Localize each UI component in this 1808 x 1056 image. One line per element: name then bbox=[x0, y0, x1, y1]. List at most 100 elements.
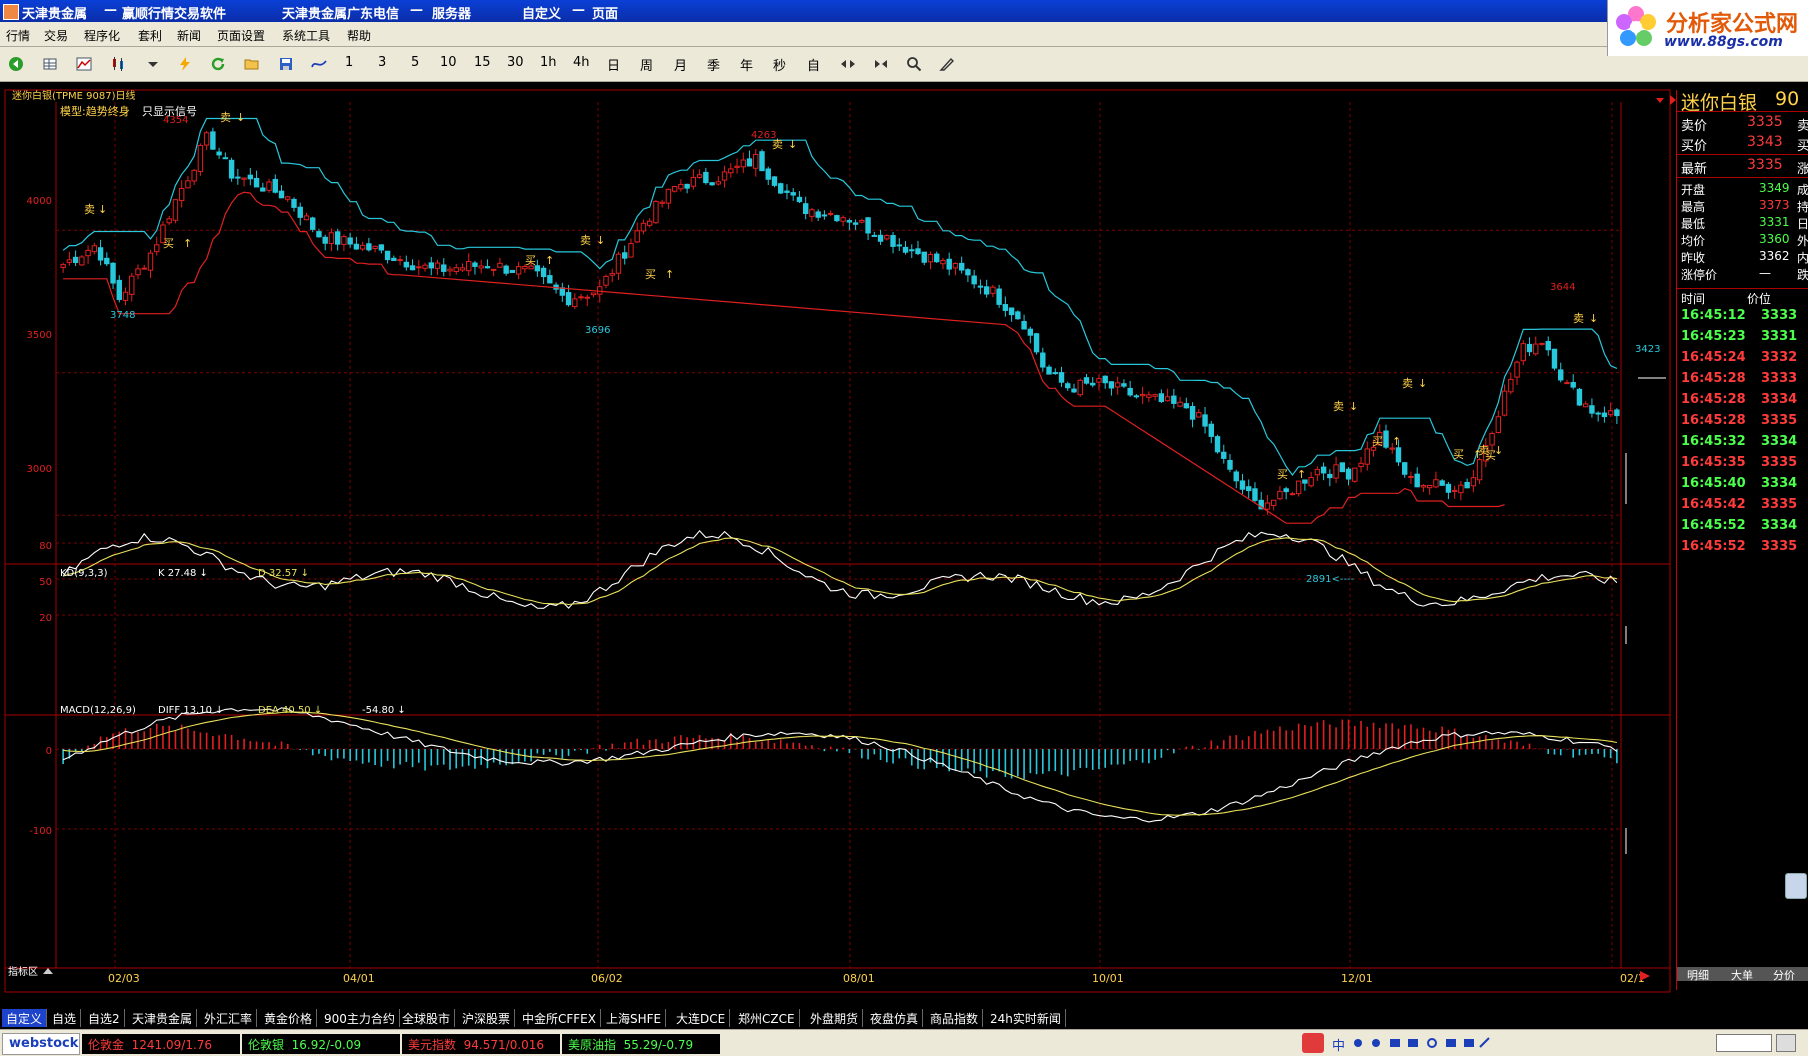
period-5[interactable]: 5 bbox=[411, 55, 419, 70]
tab-czce[interactable]: 郑州CZCE bbox=[734, 1009, 800, 1027]
trend-line-icon[interactable] bbox=[311, 56, 327, 72]
candle-body bbox=[1433, 479, 1439, 488]
last-tail: 涨 bbox=[1797, 162, 1808, 177]
candle-body bbox=[1133, 395, 1140, 398]
pen-draw-icon[interactable] bbox=[939, 56, 955, 72]
sell-signal: 卖 bbox=[772, 138, 783, 151]
tab-global-stocks[interactable]: 全球股市 bbox=[398, 1009, 456, 1027]
grid-toggle-icon[interactable] bbox=[1776, 1034, 1796, 1052]
menu-page-settings[interactable]: 页面设置 bbox=[217, 27, 265, 44]
scroll-right-icon[interactable] bbox=[1640, 971, 1650, 981]
period-3[interactable]: 3 bbox=[378, 55, 386, 70]
period-30[interactable]: 30 bbox=[507, 55, 524, 70]
tab-big-order[interactable]: 大单 bbox=[1731, 967, 1753, 983]
period-month[interactable]: 月 bbox=[674, 55, 687, 74]
menu-news[interactable]: 新闻 bbox=[177, 27, 201, 44]
period-15[interactable]: 15 bbox=[474, 55, 491, 70]
tab-night-sim[interactable]: 夜盘仿真 bbox=[866, 1009, 924, 1027]
period-year[interactable]: 年 bbox=[740, 55, 753, 74]
low-annotation: 3748 bbox=[110, 310, 135, 321]
period-1h[interactable]: 1h bbox=[540, 55, 557, 70]
menu-program[interactable]: 程序化 bbox=[84, 27, 120, 44]
tab-gold-price[interactable]: 黄金价格 bbox=[260, 1009, 318, 1027]
candle-body bbox=[1582, 403, 1589, 408]
ime-toolbar-icons[interactable] bbox=[1352, 1037, 1492, 1049]
candle-body bbox=[116, 279, 122, 300]
tab-shfe[interactable]: 上海SHFE bbox=[602, 1009, 667, 1027]
line-chart-icon[interactable] bbox=[76, 56, 92, 72]
lightning-icon[interactable] bbox=[177, 56, 193, 72]
tab-sh-sz-stocks[interactable]: 沪深股票 bbox=[458, 1009, 516, 1027]
tab-tianjin-precious[interactable]: 天津贵金属 bbox=[128, 1009, 198, 1027]
status-crude-label: 美原油指 bbox=[568, 1038, 617, 1052]
refresh-icon[interactable] bbox=[210, 56, 226, 72]
candle-body bbox=[653, 200, 659, 224]
period-10[interactable]: 10 bbox=[440, 55, 457, 70]
tick-time: 16:45:52 bbox=[1681, 518, 1746, 533]
chart-area[interactable]: 迷你白银(TPME 9087)日线 模型:趋势终身 只显示信号 KD(9,3,3… bbox=[0, 88, 1808, 998]
sogou-ime-icon[interactable] bbox=[1302, 1033, 1324, 1053]
flower-logo-icon bbox=[1616, 6, 1656, 46]
chart-menu-icon[interactable] bbox=[1656, 98, 1664, 103]
tick-price: 3335 bbox=[1761, 539, 1798, 554]
kd-d-value: D 32.57 ↓ bbox=[258, 568, 309, 579]
chart-canvas[interactable]: 迷你白银(TPME 9087)日线 模型:趋势终身 只显示信号 KD(9,3,3… bbox=[0, 88, 1676, 998]
period-1[interactable]: 1 bbox=[345, 55, 353, 70]
period-second[interactable]: 秒 bbox=[773, 55, 786, 74]
indicator-area-label[interactable]: 指标区 bbox=[8, 965, 38, 978]
candle-body bbox=[921, 251, 927, 263]
menu-trade[interactable]: 交易 bbox=[44, 27, 68, 44]
candle-body bbox=[122, 291, 129, 301]
tab-forex[interactable]: 外汇汇率 bbox=[200, 1009, 258, 1027]
candle-body bbox=[66, 259, 73, 263]
tab-commodity-index[interactable]: 商品指数 bbox=[926, 1009, 984, 1027]
candle-body bbox=[1389, 447, 1395, 450]
tab-detail[interactable]: 明细 bbox=[1687, 967, 1709, 983]
candle-body bbox=[915, 248, 921, 255]
side-scroll-tab[interactable] bbox=[1785, 873, 1807, 899]
menu-quotes[interactable]: 行情 bbox=[6, 27, 30, 44]
window-title-bar[interactable]: 天津贵金属 — 赢顺行情交易软件 天津贵金属广东电信 — 服务器 自定义 — 页… bbox=[0, 0, 1808, 22]
dropdown-arrow-icon[interactable] bbox=[145, 56, 161, 72]
grid-icon[interactable] bbox=[42, 56, 58, 72]
back-icon[interactable] bbox=[8, 56, 24, 72]
menu-help[interactable]: 帮助 bbox=[347, 27, 371, 44]
buy-signal: 买 bbox=[1277, 468, 1288, 481]
quote-panel[interactable]: 迷你白银 90 卖价 3335 卖 买价 3343 买 最新 3335 涨 开盘… bbox=[1676, 88, 1808, 990]
candle-body bbox=[1058, 372, 1065, 383]
menu-arbitrage[interactable]: 套利 bbox=[138, 27, 162, 44]
tab-watchlist2[interactable]: 自选2 bbox=[84, 1009, 125, 1027]
period-quarter[interactable]: 季 bbox=[707, 55, 720, 74]
period-day[interactable]: 日 bbox=[607, 55, 620, 74]
candle-body bbox=[104, 257, 110, 265]
candle-body bbox=[203, 132, 210, 146]
candle-body bbox=[1327, 473, 1333, 479]
zoom-out-arrows-icon[interactable] bbox=[873, 56, 889, 72]
period-custom[interactable]: 自 bbox=[807, 55, 820, 74]
last-annotation: 3423 bbox=[1635, 344, 1660, 355]
tab-dce[interactable]: 大连DCE bbox=[672, 1009, 731, 1027]
candle-body bbox=[740, 159, 746, 168]
tab-cffex[interactable]: 中金所CFFEX bbox=[518, 1009, 601, 1027]
candle-body bbox=[859, 219, 865, 223]
save-icon[interactable] bbox=[278, 56, 294, 72]
candle-body bbox=[1270, 499, 1277, 506]
ime-mode[interactable]: 中 bbox=[1332, 1035, 1345, 1054]
tab-24h-news[interactable]: 24h实时新闻 bbox=[986, 1009, 1066, 1027]
tab-900-main[interactable]: 900主力合约 bbox=[320, 1009, 400, 1027]
tab-price-distribution[interactable]: 分价 bbox=[1773, 967, 1795, 983]
candle-chart-icon[interactable] bbox=[110, 56, 126, 72]
tab-foreign-futures[interactable]: 外盘期货 bbox=[806, 1009, 864, 1027]
model-label: 模型:趋势终身 bbox=[60, 104, 130, 118]
tab-watchlist[interactable]: 自选 bbox=[48, 1009, 82, 1027]
candle-body bbox=[1008, 307, 1015, 316]
quick-input-field[interactable] bbox=[1716, 1034, 1772, 1052]
indicator-toggle-icon[interactable] bbox=[43, 968, 53, 974]
tab-custom[interactable]: 自定义 bbox=[2, 1009, 48, 1027]
open-folder-icon[interactable] bbox=[244, 56, 260, 72]
period-4h[interactable]: 4h bbox=[573, 55, 590, 70]
search-icon[interactable] bbox=[906, 56, 922, 72]
period-week[interactable]: 周 bbox=[640, 55, 653, 74]
zoom-in-arrows-icon[interactable] bbox=[840, 56, 856, 72]
menu-system-tools[interactable]: 系统工具 bbox=[282, 27, 330, 44]
